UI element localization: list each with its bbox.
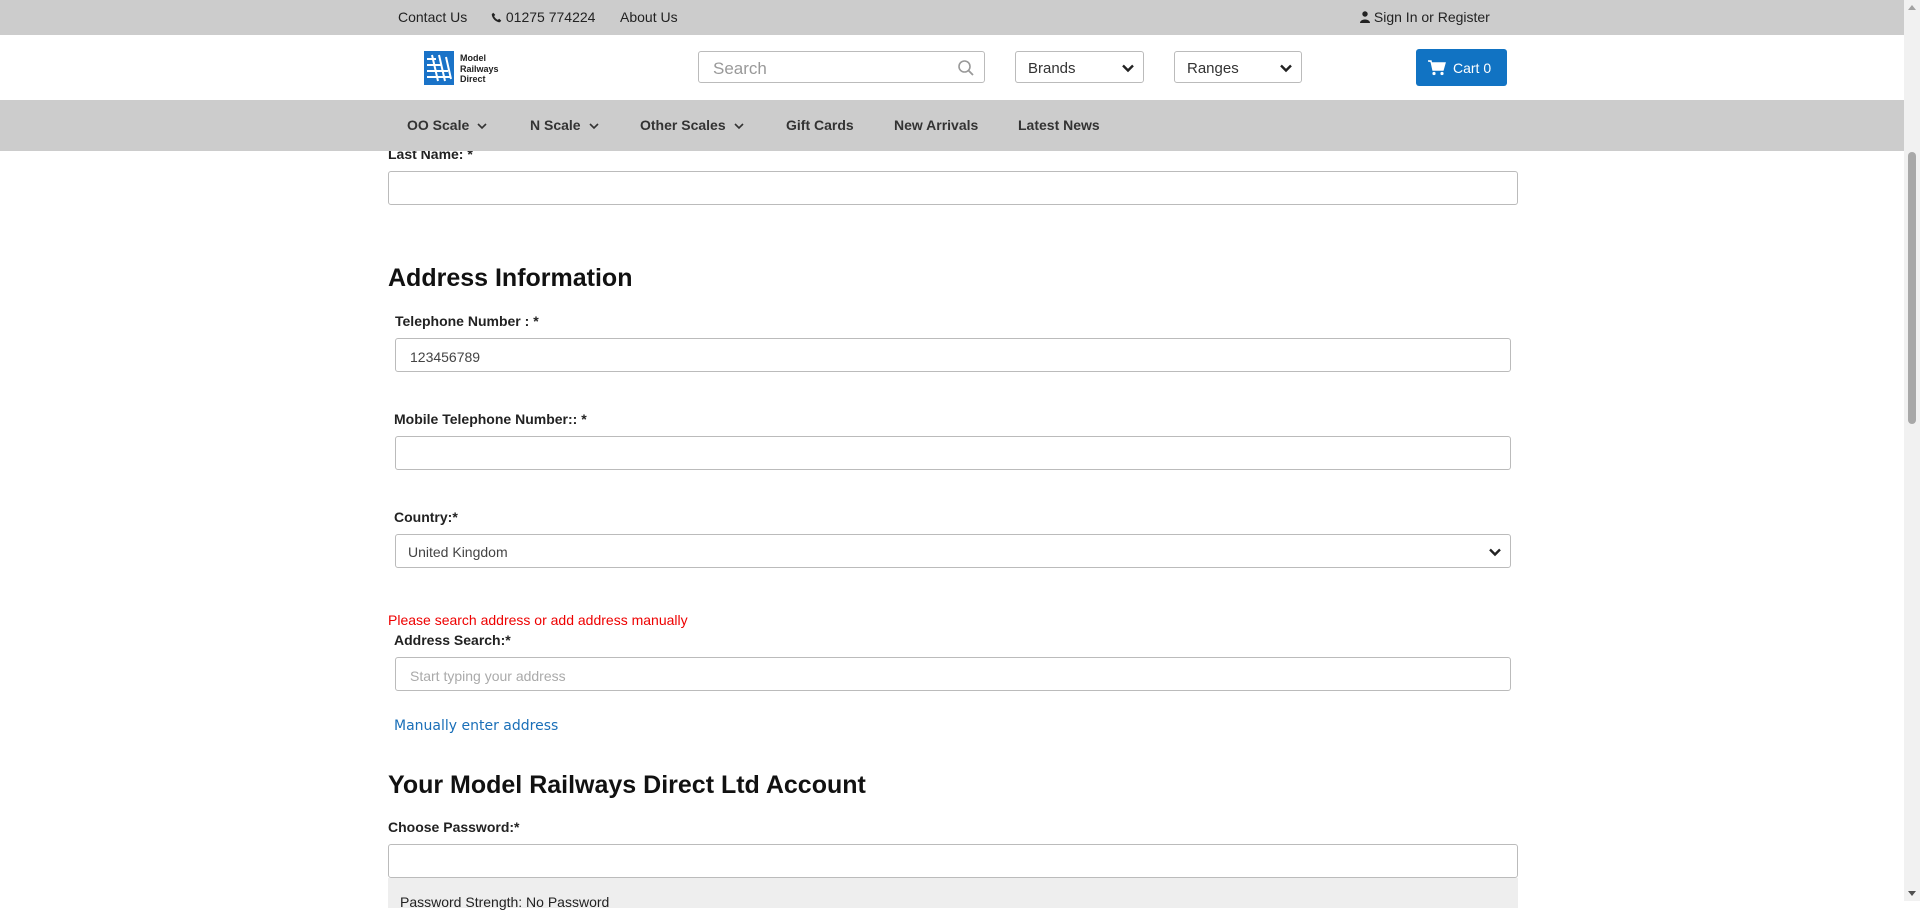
user-icon — [1360, 11, 1370, 23]
password-strength-meter: Password Strength: No Password — [388, 878, 1518, 910]
about-us-link[interactable]: About Us — [620, 9, 678, 26]
country-select[interactable]: United Kingdom — [395, 534, 1511, 568]
cart-button[interactable]: Cart 0 — [1416, 49, 1507, 86]
scroll-up-arrow-icon[interactable] — [1908, 5, 1916, 10]
nav-item-latest-news[interactable]: Latest News — [1018, 117, 1100, 134]
search-box[interactable] — [698, 51, 985, 83]
phone-link[interactable]: 01275 774224 — [491, 9, 595, 26]
cart-label: Cart 0 — [1453, 60, 1492, 76]
address-search-field[interactable] — [395, 657, 1511, 691]
account-heading: Your Model Railways Direct Ltd Account — [388, 771, 866, 799]
chevron-down-icon — [477, 123, 487, 130]
password-input[interactable] — [401, 853, 1503, 873]
scroll-down-arrow-icon[interactable] — [1908, 891, 1916, 896]
nav-item-gift-cards[interactable]: Gift Cards — [786, 117, 854, 134]
page-scrollbar[interactable] — [1904, 0, 1920, 901]
last-name-input[interactable] — [401, 180, 1503, 200]
brands-dropdown[interactable]: Brands — [1015, 51, 1144, 83]
address-error-message: Please search address or add address man… — [388, 612, 688, 628]
mobile-field[interactable] — [395, 436, 1511, 470]
phone-icon — [491, 12, 502, 23]
nav-item-oo-scale[interactable]: OO Scale — [407, 117, 487, 134]
chevron-down-icon — [1122, 64, 1134, 73]
password-field[interactable] — [388, 844, 1518, 878]
telephone-input[interactable] — [408, 347, 1496, 367]
nav-item-new-arrivals[interactable]: New Arrivals — [894, 117, 978, 134]
scrollbar-thumb[interactable] — [1908, 152, 1916, 424]
country-value: United Kingdom — [408, 544, 508, 560]
telephone-label: Telephone Number : * — [395, 313, 539, 329]
search-input[interactable] — [711, 58, 955, 80]
manual-address-link[interactable]: Manually enter address — [394, 718, 558, 734]
site-header: Model Railways Direct Brands Ranges Cart… — [0, 35, 1904, 100]
chevron-down-icon — [1489, 548, 1501, 557]
logo-icon — [424, 51, 454, 85]
chevron-down-icon — [589, 123, 599, 130]
site-logo[interactable]: Model Railways Direct — [424, 51, 504, 85]
chevron-down-icon — [734, 123, 744, 130]
main-nav: OO Scale N Scale Other Scales Gift Cards… — [0, 100, 1904, 151]
telephone-field[interactable] — [395, 338, 1511, 372]
password-label: Choose Password:* — [388, 819, 520, 835]
sign-in-link[interactable]: Sign In or Register — [1360, 9, 1490, 26]
contact-us-link[interactable]: Contact Us — [398, 9, 467, 26]
cart-icon — [1428, 60, 1446, 76]
country-label: Country:* — [394, 509, 458, 525]
address-search-input[interactable] — [408, 666, 1496, 686]
ranges-label: Ranges — [1187, 60, 1239, 77]
sign-in-text: Sign In or Register — [1373, 9, 1490, 25]
mobile-input[interactable] — [408, 445, 1496, 465]
mobile-label: Mobile Telephone Number:: * — [394, 411, 587, 427]
last-name-field[interactable] — [388, 171, 1518, 205]
ranges-dropdown[interactable]: Ranges — [1174, 51, 1302, 83]
address-search-label: Address Search:* — [394, 632, 511, 648]
top-utility-bar: Contact Us 01275 774224 About Us Sign In… — [0, 0, 1904, 35]
chevron-down-icon — [1280, 64, 1292, 73]
nav-item-n-scale[interactable]: N Scale — [530, 117, 599, 134]
nav-item-other-scales[interactable]: Other Scales — [640, 117, 744, 134]
phone-number: 01275 774224 — [505, 9, 596, 25]
brands-label: Brands — [1028, 60, 1076, 77]
logo-text: Model Railways Direct — [460, 53, 499, 84]
search-icon[interactable] — [957, 59, 975, 77]
password-strength-text: Password Strength: No Password — [400, 894, 610, 910]
address-info-heading: Address Information — [388, 264, 633, 292]
